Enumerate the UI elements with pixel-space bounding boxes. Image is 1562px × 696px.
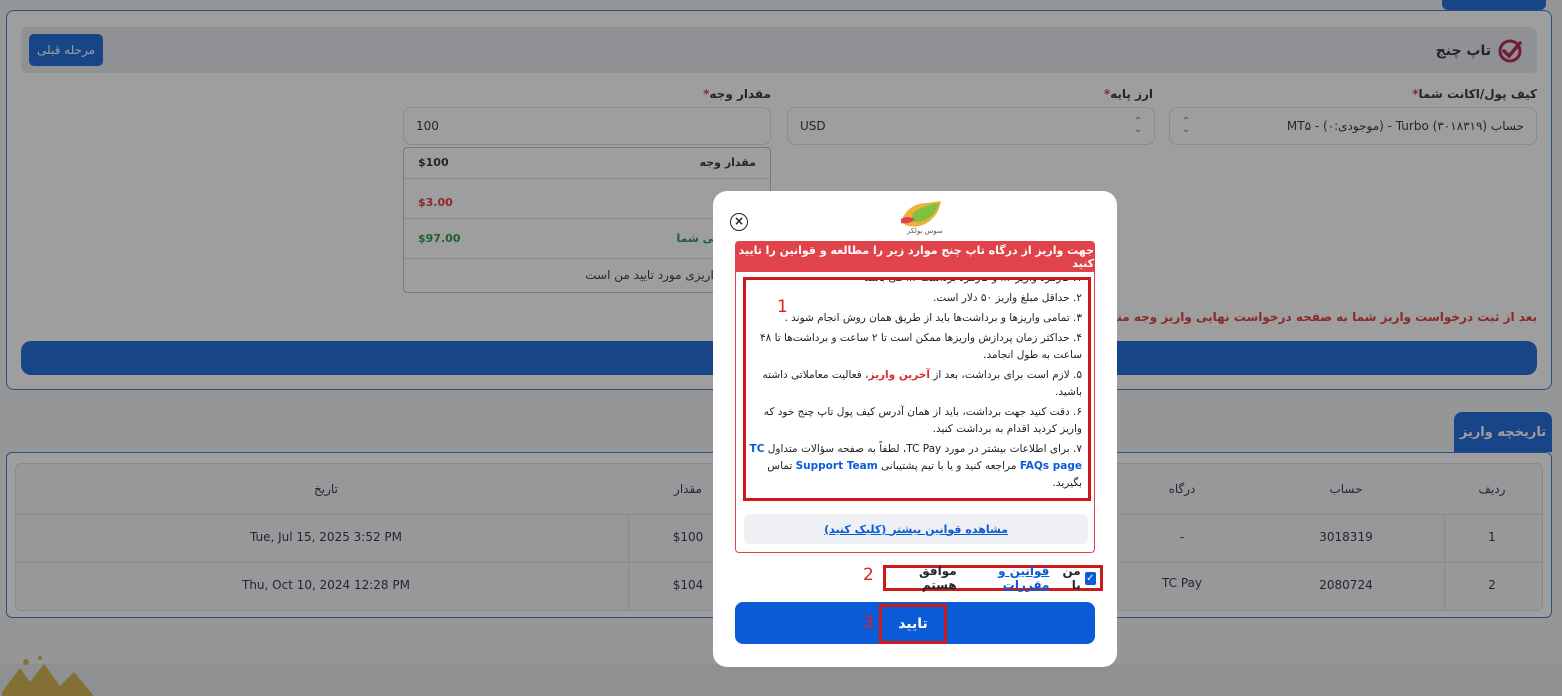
confirm-button-label[interactable]: تایید	[879, 604, 947, 644]
last-deposit-link[interactable]: آخرین واریز	[869, 369, 930, 381]
rule-item: ۳. تمامی واریزها و برداشت‌ها باید از طری…	[784, 312, 1083, 324]
rule-text: ۵. لازم است برای برداشت، بعد از	[933, 369, 1082, 381]
annotation-number-1: 1	[777, 297, 788, 317]
agree-text: موافق هستم	[918, 564, 957, 592]
annotation-number-3: 3	[863, 613, 874, 633]
support-team-link[interactable]: Support Team	[796, 460, 878, 472]
terms-link[interactable]: قوانین و مقررات	[961, 564, 1049, 592]
rule-text: مراجعه کنید و یا با تیم پشتیبانی	[881, 460, 1017, 472]
rules-box: جهت واریز از درگاه تاپ چنج موارد زیر را …	[735, 241, 1095, 553]
rules-title: جهت واریز از درگاه تاپ چنج موارد زیر را …	[736, 242, 1094, 272]
agree-terms-row[interactable]: ✓ من با قوانین و مقررات موافق هستم	[883, 564, 1103, 592]
rule-item: ۵. لازم است برای برداشت، بعد از آخرین وا…	[744, 367, 1088, 401]
close-icon[interactable]: ×	[730, 213, 748, 231]
rule-item: ۴. حداکثر زمان پردازش واریزها ممکن است ت…	[759, 332, 1082, 361]
rule-item: ۱. کارمزد واریز ۳٪ و کارمزد برداشت ۲٪ می…	[864, 278, 1082, 284]
more-rules-link[interactable]: مشاهده قوانین بیشتر (کلیک کنید)	[744, 514, 1088, 544]
rule-item: ۷. برای اطلاعات بیشتر در مورد TC Pay، لط…	[744, 441, 1088, 492]
terms-modal: × سوس بولکر جهت واریز از درگاه تاپ چنج م…	[713, 191, 1117, 667]
rule-item: ۲. حداقل مبلغ واریز ۵۰ دلار است.	[933, 292, 1082, 304]
agree-checkbox[interactable]: ✓	[1084, 571, 1096, 585]
rule-item: ۶. دقت کنید جهت برداشت، باید از همان آدر…	[763, 406, 1082, 435]
agree-text: من با	[1062, 564, 1081, 592]
logo-caption: سوس بولکر	[907, 227, 943, 235]
rule-text: ۷. برای اطلاعات بیشتر در مورد TC Pay، لط…	[767, 443, 1082, 455]
rules-list[interactable]: ۱. کارمزد واریز ۳٪ و کارمزد برداشت ۲٪ می…	[744, 278, 1088, 504]
annotation-number-2: 2	[863, 565, 874, 585]
